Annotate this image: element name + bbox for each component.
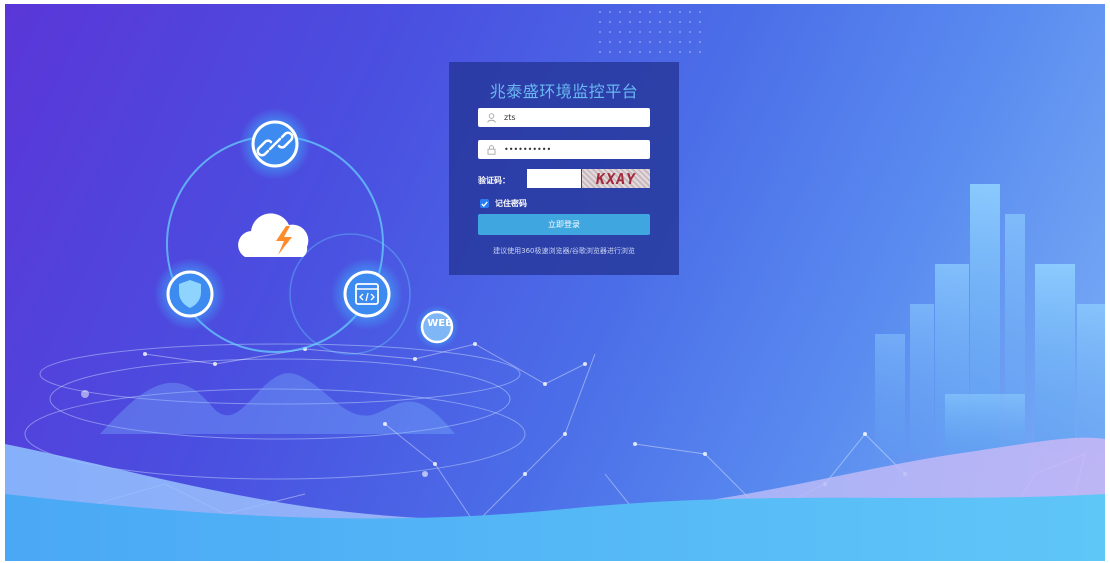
captcha-image[interactable]: KXAY [582,169,650,188]
lock-icon [486,144,496,155]
platform-title: 兆泰盛环境监控平台 [489,82,639,101]
city-skyline [875,184,1105,454]
remember-password[interactable]: 记住密码 [480,198,527,209]
link-icon [251,120,299,168]
captcha-label: 验证码： [478,176,510,185]
code-window-icon [343,270,391,318]
login-page: WEB 兆泰盛环境监控平台 zts •••••••••• 验证码： KXAY 记… [5,4,1105,561]
remember-checkbox[interactable] [480,199,489,208]
login-button[interactable]: 立即登录 [478,214,650,235]
wave-graph [100,373,455,434]
captcha-input[interactable] [527,169,581,188]
remember-label: 记住密码 [495,199,527,208]
user-icon [486,112,496,123]
username-field[interactable]: zts [478,108,650,127]
cloud-lightning-icon [238,213,309,257]
username-value: zts [504,113,516,122]
password-field[interactable]: •••••••••• [478,140,650,159]
shield-icon [166,270,214,318]
browser-hint: 建议使用360极速浏览器/谷歌浏览器进行浏览 [493,247,635,255]
password-value: •••••••••• [504,145,552,154]
dot-grid [599,11,701,53]
login-panel: 兆泰盛环境监控平台 zts •••••••••• 验证码： KXAY 记住密码 … [449,62,679,275]
captcha-text: KXAY [594,169,638,188]
web-badge-label: WEB [427,318,453,329]
